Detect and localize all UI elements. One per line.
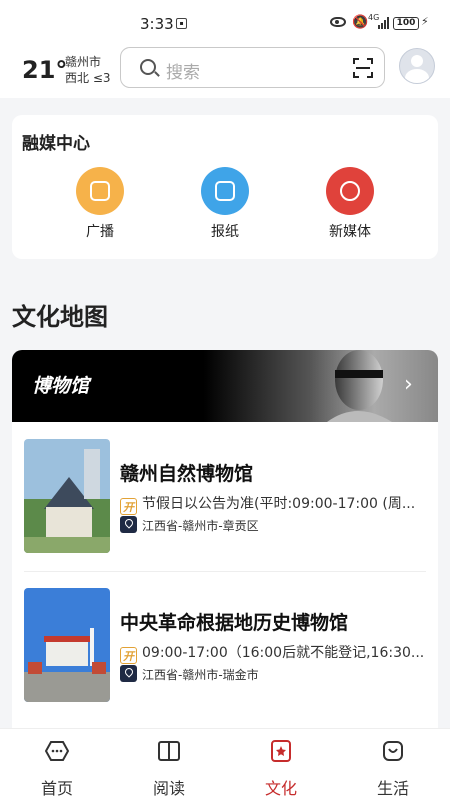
museum-thumbnail — [24, 588, 110, 702]
search-icon — [140, 59, 156, 75]
museum-card: 博物馆 › 赣州自然博物馆 开节假日以公告为准(平时:09:00-17:00 (… — [12, 350, 438, 740]
culture-map-title: 文化地图 — [12, 303, 108, 331]
status-time: 3:33 — [140, 15, 174, 33]
museum-thumbnail — [24, 439, 110, 553]
museum-address: 江西省-赣州市-瑞金市 — [120, 665, 259, 683]
book-icon — [158, 741, 180, 761]
location-pin-icon — [120, 516, 137, 533]
museum-address: 江西省-赣州市-章贡区 — [120, 516, 259, 534]
museum-name: 赣州自然博物馆 — [120, 463, 254, 485]
top-header: 21° 赣州市 西北 ≤3 搜索 — [0, 46, 450, 98]
museum-address-text: 江西省-赣州市-瑞金市 — [142, 668, 259, 682]
museum-hours: 开节假日以公告为准(平时:09:00-17:00 (周... — [120, 493, 426, 515]
nav-label: 阅读 — [152, 779, 185, 798]
home-icon — [44, 741, 70, 761]
chevron-right-icon[interactable]: › — [404, 372, 413, 397]
museum-name: 中央革命根据地历史博物馆 — [120, 612, 349, 634]
user-avatar[interactable] — [399, 48, 435, 84]
weather-wind[interactable]: 西北 ≤3 — [65, 69, 111, 86]
media-item-label: 报纸 — [211, 224, 239, 240]
status-bar: 3:33 ▪ 🔕 4G 100 ⚡ — [0, 0, 450, 46]
charging-icon: ⚡ — [421, 15, 429, 28]
mute-bell-icon: 🔕 — [352, 15, 369, 30]
location-pin-icon — [120, 665, 137, 682]
media-center-card: 融媒中心 广播 报纸 新媒体 — [12, 115, 438, 259]
weather-city[interactable]: 赣州市 — [65, 53, 101, 70]
nav-reading[interactable]: 阅读 — [139, 739, 199, 799]
museum-hours: 开 09:00-17:00（16:00后就不能登记,16:30... — [120, 642, 426, 664]
museum-address-text: 江西省-赣州市-章贡区 — [142, 519, 259, 533]
search-placeholder[interactable]: 搜索 — [166, 58, 200, 83]
museum-hours-text: 节假日以公告为准(平时:09:00-17:00 (周... — [142, 496, 416, 512]
media-item-label: 广播 — [86, 224, 114, 240]
media-center-title: 融媒中心 — [22, 134, 90, 154]
divider — [24, 571, 426, 572]
nav-label: 生活 — [376, 779, 409, 798]
scan-icon[interactable] — [353, 58, 373, 78]
signal-icon — [378, 17, 390, 29]
media-item-label: 新媒体 — [329, 224, 371, 240]
search-bar[interactable]: 搜索 — [120, 47, 385, 88]
radio-icon — [76, 167, 124, 215]
nav-life[interactable]: 生活 — [363, 739, 423, 799]
new-media-icon — [326, 167, 374, 215]
weather-temperature[interactable]: 21° — [22, 56, 67, 84]
nav-label: 文化 — [264, 779, 297, 798]
media-item-new-media[interactable]: 新媒体 — [320, 167, 380, 241]
banner-title: 博物馆 — [32, 375, 90, 397]
museum-list-item[interactable]: 赣州自然博物馆 开节假日以公告为准(平时:09:00-17:00 (周... 江… — [24, 439, 426, 569]
statue-image — [327, 350, 392, 422]
sim-icon: ▪ — [176, 18, 187, 29]
eye-comfort-icon — [330, 17, 346, 27]
museum-list-item[interactable]: 中央革命根据地历史博物馆 开 09:00-17:00（16:00后就不能登记,16… — [24, 588, 426, 718]
newspaper-icon — [201, 167, 249, 215]
nav-culture[interactable]: 文化 — [251, 739, 311, 799]
museum-hours-text: 09:00-17:00（16:00后就不能登记,16:30... — [142, 645, 425, 661]
culture-icon — [271, 740, 291, 762]
nav-label: 首页 — [40, 779, 73, 798]
battery-level: 100 — [393, 17, 419, 30]
media-item-newspaper[interactable]: 报纸 — [195, 167, 255, 241]
museum-banner[interactable]: 博物馆 › — [12, 350, 438, 422]
media-item-radio[interactable]: 广播 — [70, 167, 130, 241]
bottom-nav: 首页 阅读 文化 生活 — [0, 728, 450, 800]
open-hours-icon: 开 — [120, 498, 137, 515]
nav-home[interactable]: 首页 — [27, 739, 87, 799]
open-hours-icon: 开 — [120, 647, 137, 664]
life-icon — [383, 741, 403, 761]
